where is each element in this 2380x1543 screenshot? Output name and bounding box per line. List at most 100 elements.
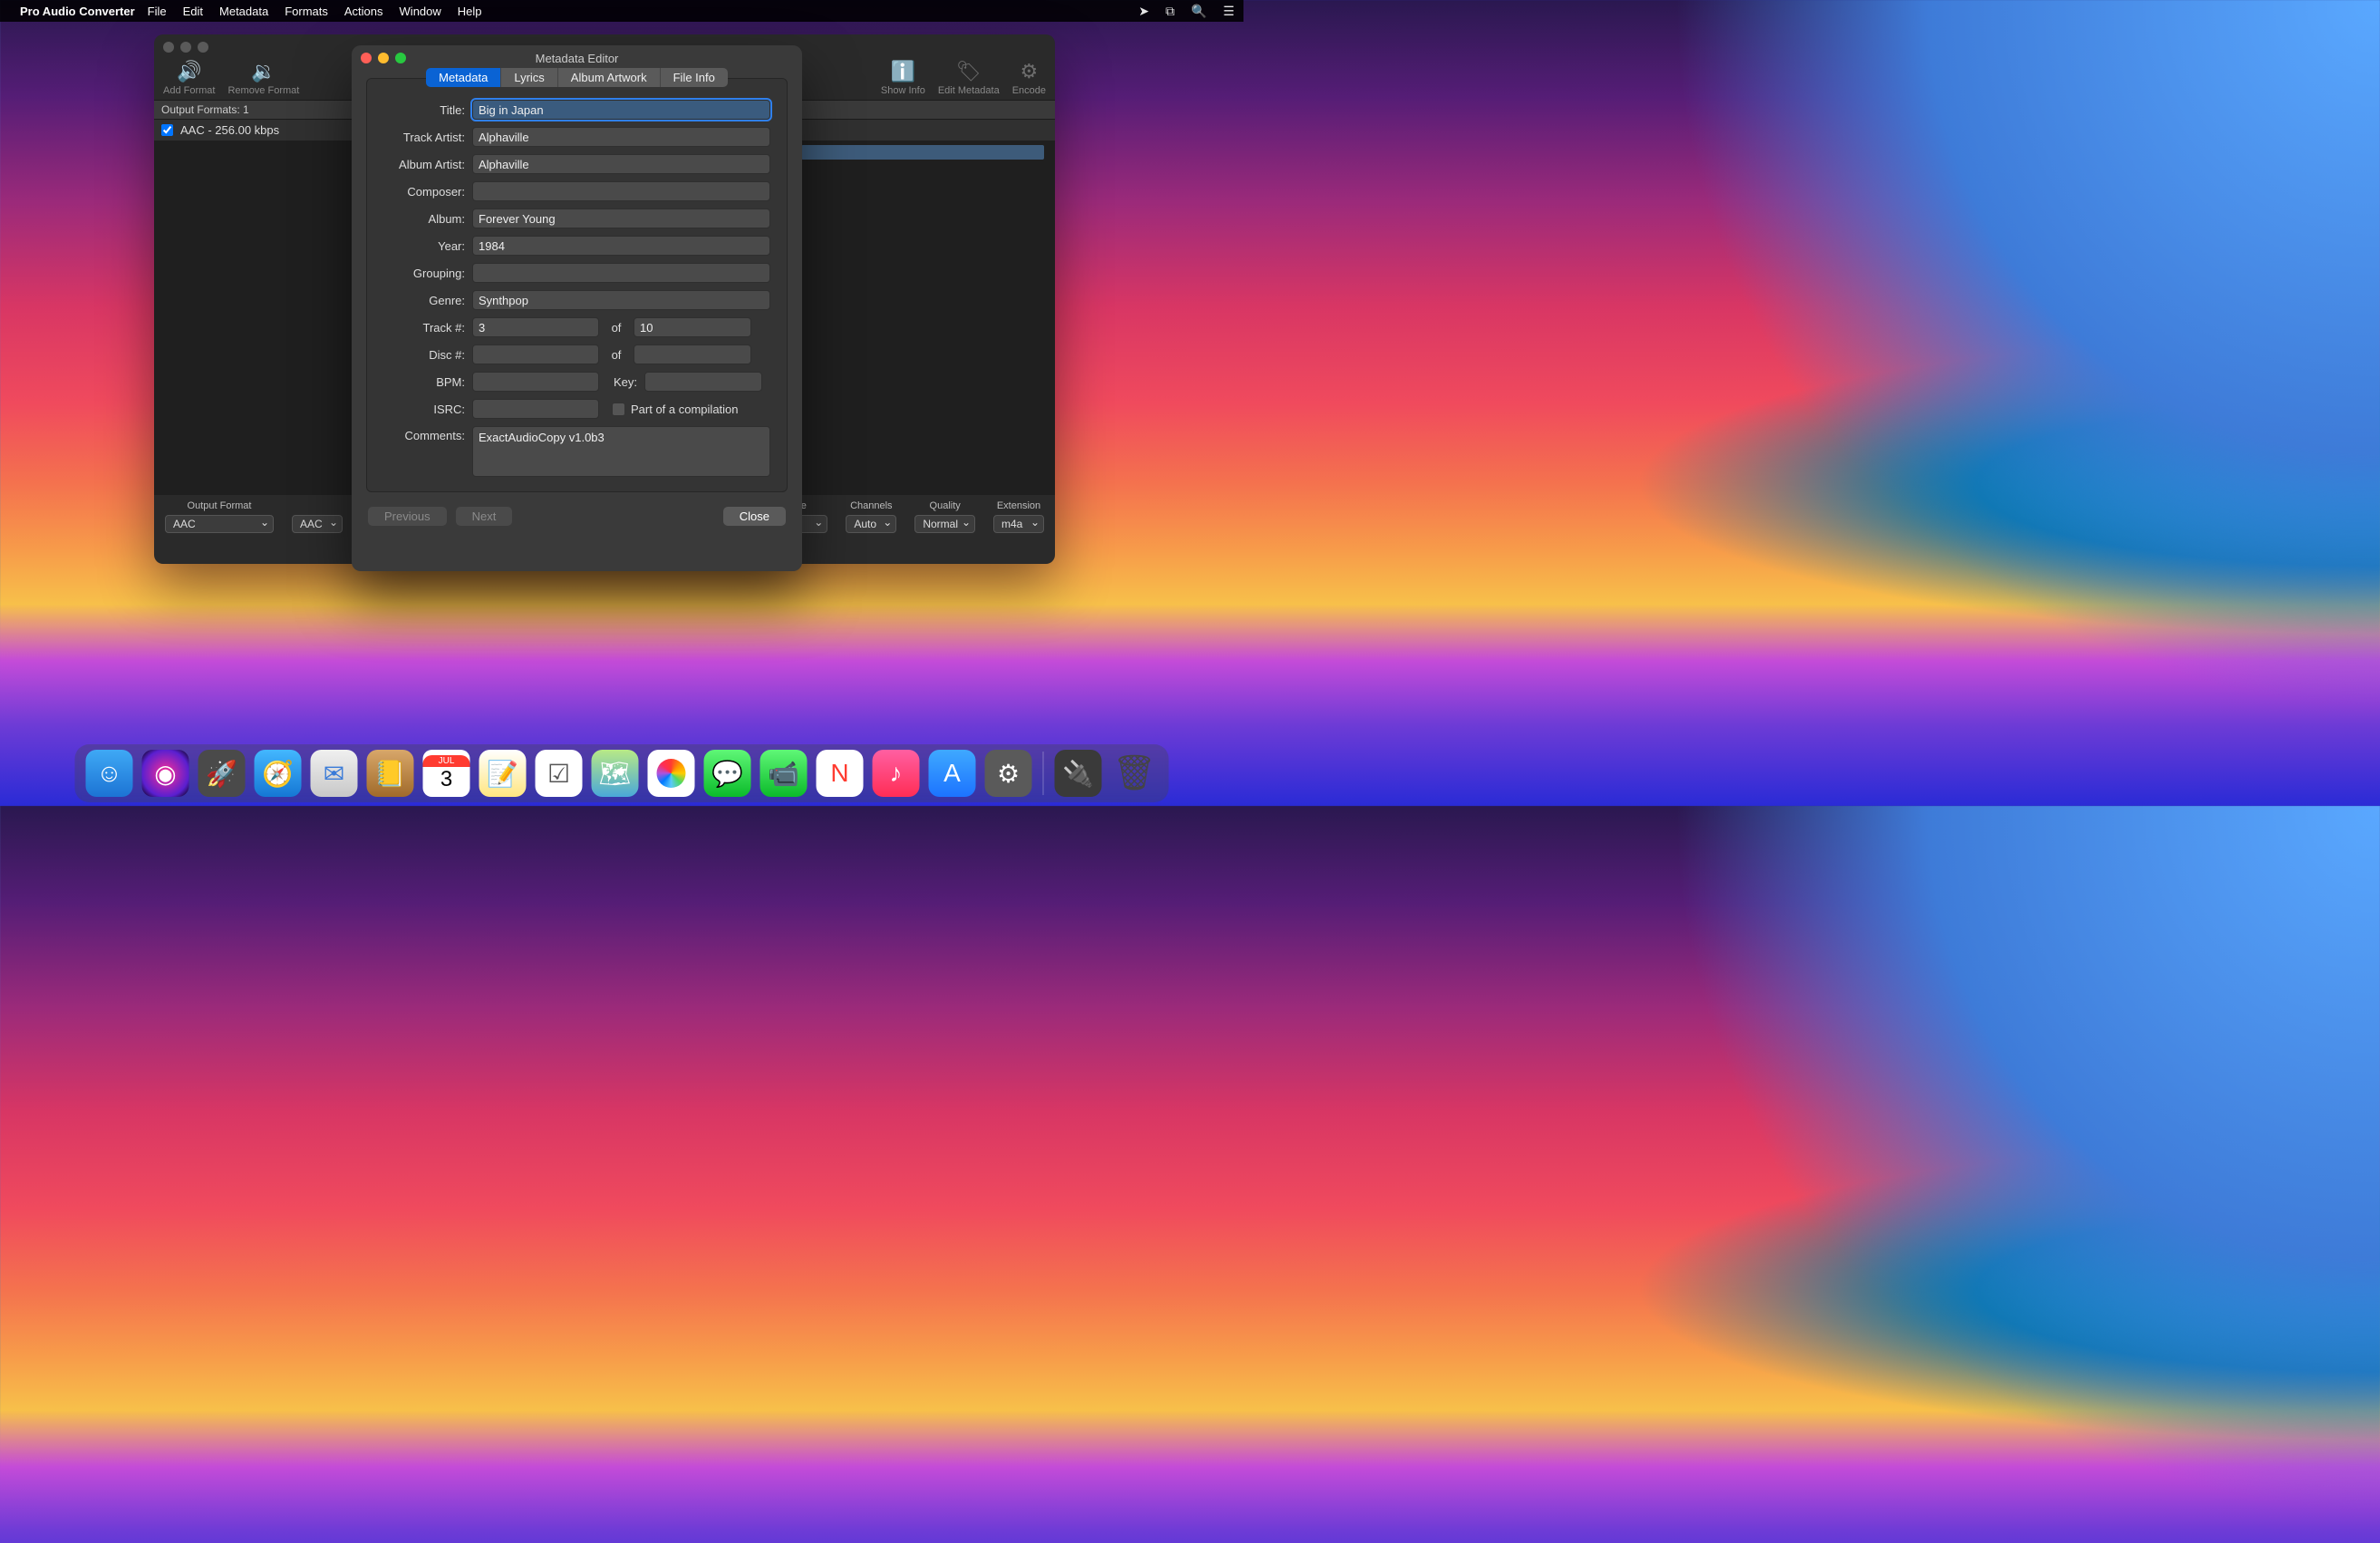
dock-launchpad-icon[interactable]: 🚀 (198, 750, 246, 797)
dock-messages-icon[interactable]: 💬 (704, 750, 751, 797)
grouping-input[interactable] (472, 263, 770, 283)
menu-metadata[interactable]: Metadata (219, 5, 268, 18)
tab-metadata[interactable]: Metadata (426, 68, 501, 87)
menu-help[interactable]: Help (458, 5, 482, 18)
modal-tabs: Metadata Lyrics Album Artwork File Info (367, 68, 787, 87)
dock-system-prefs-icon[interactable]: ⚙ (985, 750, 1032, 797)
app-name[interactable]: Pro Audio Converter (20, 5, 135, 18)
album-label: Album: (383, 212, 465, 226)
dock-photos-icon[interactable] (648, 750, 695, 797)
aac-select[interactable]: AAC (292, 515, 343, 533)
dock-music-icon[interactable]: ♪ (873, 750, 920, 797)
show-info-button[interactable]: ℹ️ Show Info (881, 60, 925, 96)
tab-file-info[interactable]: File Info (661, 68, 728, 87)
spotlight-icon[interactable]: 🔍 (1191, 4, 1206, 19)
album-input[interactable] (472, 209, 770, 228)
dock-notes-icon[interactable]: 📝 (479, 750, 527, 797)
year-input[interactable] (472, 236, 770, 256)
main-minimize-button[interactable] (180, 42, 191, 53)
track-artist-label: Track Artist: (383, 131, 465, 144)
dock-safari-icon[interactable]: 🧭 (255, 750, 302, 797)
previous-button[interactable]: Previous (368, 507, 447, 526)
dock-news-icon[interactable]: N (817, 750, 864, 797)
dock-reminders-icon[interactable]: ☑ (536, 750, 583, 797)
control-center-icon[interactable]: ☰ (1223, 4, 1234, 19)
dock-pro-audio-converter-icon[interactable]: 🔌 (1055, 750, 1102, 797)
menu-formats[interactable]: Formats (285, 5, 328, 18)
disc-no-label: Disc #: (383, 348, 465, 362)
next-button[interactable]: Next (456, 507, 513, 526)
show-info-label: Show Info (881, 85, 925, 96)
aac-col-label (315, 500, 318, 511)
extension-label: Extension (997, 500, 1040, 511)
dock-contacts-icon[interactable]: 📒 (367, 750, 414, 797)
disc-no-input[interactable] (472, 345, 599, 364)
remove-format-button[interactable]: 🔉 Remove Format (227, 60, 299, 96)
screen-mirror-icon[interactable]: ⧉ (1166, 4, 1175, 19)
bpm-input[interactable] (472, 372, 599, 392)
dock-facetime-icon[interactable]: 📹 (760, 750, 808, 797)
info-icon: ℹ️ (891, 60, 915, 83)
tab-album-artwork[interactable]: Album Artwork (558, 68, 661, 87)
compilation-label: Part of a compilation (631, 403, 739, 416)
dock-separator (1043, 752, 1044, 795)
genre-input[interactable] (472, 290, 770, 310)
modal-minimize-button[interactable] (378, 53, 389, 63)
modal-body: Metadata Lyrics Album Artwork File Info … (366, 78, 788, 492)
add-format-label: Add Format (163, 85, 215, 96)
album-artist-input[interactable] (472, 154, 770, 174)
modal-button-bar: Previous Next Close (352, 503, 802, 526)
selected-track-row[interactable] (801, 145, 1044, 160)
track-total-input[interactable] (634, 317, 751, 337)
isrc-input[interactable] (472, 399, 599, 419)
output-format-label: Output Format (188, 500, 252, 511)
dock-mail-icon[interactable]: ✉ (311, 750, 358, 797)
compilation-checkbox[interactable] (612, 403, 625, 416)
dock-trash-icon[interactable]: 🗑 (1111, 750, 1158, 797)
modal-title: Metadata Editor (352, 52, 802, 65)
disc-total-input[interactable] (634, 345, 751, 364)
title-input[interactable] (472, 100, 770, 120)
encode-button[interactable]: ⚙ Encode (1012, 60, 1046, 96)
format-checkbox[interactable] (161, 124, 173, 136)
comments-label: Comments: (383, 426, 465, 442)
track-no-label: Track #: (383, 321, 465, 335)
speaker-plus-icon: 🔊 (177, 60, 201, 83)
menu-edit[interactable]: Edit (183, 5, 203, 18)
key-input[interactable] (644, 372, 762, 392)
script-menu-icon[interactable]: ➤ (1138, 4, 1149, 19)
dock-calendar-icon[interactable]: JUL 3 (423, 750, 470, 797)
edit-metadata-button[interactable]: 🏷 Edit Metadata (938, 60, 1000, 96)
album-artist-label: Album Artist: (383, 158, 465, 171)
quality-label: Quality (930, 500, 961, 511)
track-of-label: of (606, 321, 626, 335)
modal-titlebar: Metadata Editor (352, 45, 802, 71)
channels-select[interactable]: Auto (846, 515, 896, 533)
close-button[interactable]: Close (723, 507, 786, 526)
tab-lyrics[interactable]: Lyrics (501, 68, 557, 87)
track-artist-input[interactable] (472, 127, 770, 147)
main-zoom-button[interactable] (198, 42, 208, 53)
extension-select[interactable]: m4a (993, 515, 1044, 533)
menu-file[interactable]: File (148, 5, 167, 18)
remove-format-label: Remove Format (227, 85, 299, 96)
dock-siri-icon[interactable]: ◉ (142, 750, 189, 797)
composer-input[interactable] (472, 181, 770, 201)
main-close-button[interactable] (163, 42, 174, 53)
output-format-select[interactable]: AAC (165, 515, 274, 533)
dock-appstore-icon[interactable]: A (929, 750, 976, 797)
menu-window[interactable]: Window (400, 5, 441, 18)
quality-select[interactable]: Normal (914, 515, 975, 533)
modal-close-button[interactable] (361, 53, 372, 63)
metadata-editor-window: Metadata Editor Metadata Lyrics Album Ar… (352, 45, 802, 571)
add-format-button[interactable]: 🔊 Add Format (163, 60, 215, 96)
dock-finder-icon[interactable]: ☺ (86, 750, 133, 797)
dock-maps-icon[interactable]: 🗺 (592, 750, 639, 797)
menu-actions[interactable]: Actions (344, 5, 383, 18)
track-no-input[interactable] (472, 317, 599, 337)
main-traffic-lights (163, 42, 208, 53)
modal-zoom-button[interactable] (395, 53, 406, 63)
comments-input[interactable] (472, 426, 770, 477)
disc-of-label: of (606, 348, 626, 362)
encode-label: Encode (1012, 85, 1046, 96)
